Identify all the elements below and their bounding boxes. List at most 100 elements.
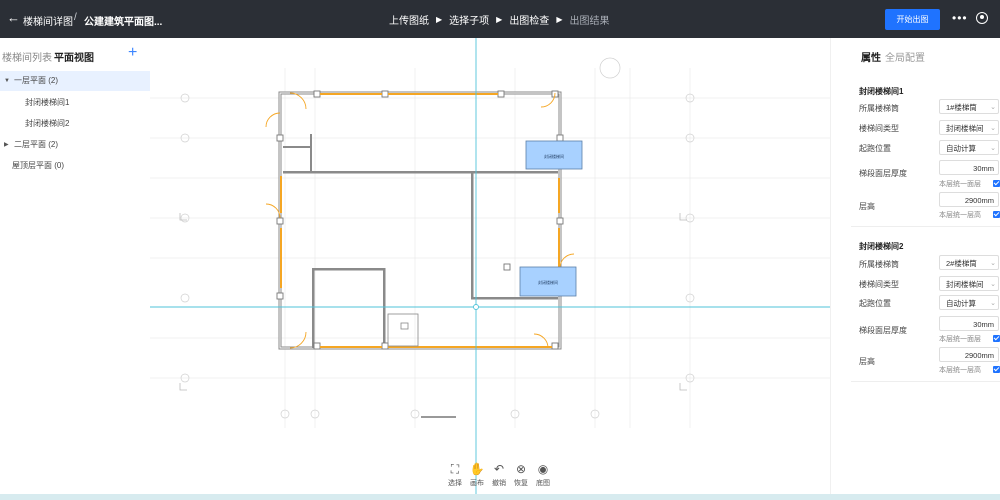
grid-lines	[150, 68, 830, 428]
undo-button[interactable]: ↶ 撤销	[488, 462, 510, 488]
hand-icon: ✋	[469, 462, 485, 476]
tool-label: 底图	[536, 480, 550, 487]
stair-room-label: 封闭楼梯间	[538, 279, 558, 285]
tree-item-stair-2[interactable]: 封闭楼梯间2	[0, 114, 150, 134]
pan-tool[interactable]: ✋ 画布	[466, 462, 488, 488]
unify-thickness-checkbox[interactable]	[993, 180, 1000, 187]
stair-shaft-label: 所属楼梯筒	[859, 260, 899, 269]
floor-height-label: 层高	[859, 357, 875, 366]
grid-bubbles	[180, 57, 695, 419]
select-value: 封闭楼梯间	[946, 280, 984, 289]
caret-down-icon[interactable]: ▼	[4, 71, 10, 91]
tread-thickness-input[interactable]: 30mm	[939, 160, 999, 175]
floor-plan-drawing: 封闭楼梯间 封闭楼梯间	[150, 38, 830, 494]
chevron-down-icon: ⌄	[990, 145, 996, 152]
chevron-down-icon: ⌄	[990, 300, 996, 307]
eye-icon: ◉	[537, 462, 549, 476]
arrow-left-icon[interactable]: ←	[7, 11, 20, 25]
tread-thickness-input[interactable]: 30mm	[939, 316, 999, 331]
redo-icon: ⊗	[515, 462, 527, 476]
start-position-label: 起跑位置	[859, 299, 891, 308]
drawing-canvas[interactable]: 封闭楼梯间 封闭楼梯间	[150, 38, 830, 494]
step-check[interactable]: 出图检查	[509, 12, 549, 27]
stair-shaft-label: 所属楼梯筒	[859, 104, 899, 113]
more-dots-icon[interactable]: •••	[952, 11, 968, 25]
stair-type-label: 楼梯间类型	[859, 280, 899, 289]
tool-label: 恢复	[514, 480, 528, 487]
unify-height-checkbox[interactable]	[993, 211, 1000, 218]
step-arrow-icon: ▶	[496, 15, 503, 24]
step-indicator: 上传图纸 ▶ 选择子项 ▶ 出图检查 ▶ 出图结果	[389, 12, 609, 27]
crosshair-center	[473, 304, 479, 310]
tree-item-label: 封闭楼梯间1	[25, 98, 70, 107]
unify-thickness-checkbox[interactable]	[993, 335, 1000, 342]
unify-height-label: 本层统一层高	[939, 212, 981, 219]
section-title: 封闭楼梯间2	[859, 242, 904, 251]
stair-shaft-select[interactable]: 2#楼梯筒 ⌄	[939, 255, 999, 270]
stair-type-select[interactable]: 封闭楼梯间 ⌄	[939, 276, 999, 291]
unify-thickness-label: 本层统一面层	[939, 181, 981, 188]
select-value: 自动计算	[946, 299, 976, 308]
start-position-label: 起跑位置	[859, 144, 891, 153]
user-icon[interactable]	[976, 12, 988, 24]
step-select[interactable]: 选择子项	[449, 12, 489, 27]
tab-global-config[interactable]: 全局配置	[885, 49, 925, 64]
tree-item-stair-1[interactable]: 封闭楼梯间1	[0, 93, 150, 113]
step-arrow-icon: ▶	[436, 15, 443, 24]
scale-bar	[421, 416, 456, 418]
tree-item-roof[interactable]: 屋顶层平面 (0)	[0, 156, 150, 176]
base-map-toggle[interactable]: ◉ 底图	[532, 462, 554, 488]
stair-room-2: 封闭楼梯间	[519, 266, 577, 297]
unify-height-checkbox[interactable]	[993, 366, 1000, 373]
floor-height-input[interactable]: 2900mm	[939, 192, 999, 207]
chevron-down-icon: ⌄	[990, 104, 996, 111]
tab-properties[interactable]: 属性	[861, 49, 881, 64]
properties-panel: 属性 全局配置 封闭楼梯间1 所属楼梯筒 1#楼梯筒 ⌄ 楼梯间类型 封闭楼梯间…	[830, 38, 1000, 494]
tool-label: 选择	[448, 480, 462, 487]
breadcrumb-drawing-name: 公建建筑平面图...	[84, 17, 163, 28]
section-divider	[851, 226, 1000, 227]
tread-thickness-label: 梯段面层厚度	[859, 169, 907, 178]
tree-item-floor-2[interactable]: ▶ 二层平面 (2)	[0, 135, 150, 155]
section-title: 封闭楼梯间1	[859, 87, 904, 96]
column-marks	[276, 90, 564, 350]
tree-item-label: 封闭楼梯间2	[25, 119, 70, 128]
select-value: 封闭楼梯间	[946, 124, 984, 133]
redo-button[interactable]: ⊗ 恢复	[510, 462, 532, 488]
stair-type-select[interactable]: 封闭楼梯间 ⌄	[939, 120, 999, 135]
breadcrumb-separator: /	[74, 12, 77, 23]
tree-item-label: 一层平面 (2)	[14, 76, 58, 85]
caret-right-icon[interactable]: ▶	[4, 135, 9, 155]
breadcrumb-stair-detail[interactable]: 楼梯间详图	[23, 13, 73, 28]
tree-item-label: 屋顶层平面 (0)	[12, 161, 64, 170]
floor-height-input[interactable]: 2900mm	[939, 347, 999, 362]
stair-shaft-select[interactable]: 1#楼梯筒 ⌄	[939, 99, 999, 114]
tree-item-floor-1[interactable]: ▼ 一层平面 (2)	[0, 71, 150, 91]
step-arrow-icon: ▶	[556, 15, 563, 24]
floor-height-label: 层高	[859, 202, 875, 211]
chevron-down-icon: ⌄	[990, 260, 996, 267]
tread-thickness-label: 梯段面层厚度	[859, 326, 907, 335]
select-value: 2#楼梯筒	[946, 259, 977, 268]
plus-icon[interactable]: +	[128, 44, 137, 62]
tool-label: 撤销	[492, 480, 506, 487]
select-tool[interactable]: ⛶ 选择	[444, 462, 466, 488]
highlighted-wall-segments	[280, 93, 560, 348]
canvas-toolbar: ⛶ 选择 ✋ 画布 ↶ 撤销 ⊗ 恢复 ◉ 底图	[440, 462, 560, 492]
stair-room-label: 封闭楼梯间	[544, 153, 564, 159]
select-value: 1#楼梯筒	[946, 103, 977, 112]
start-position-select[interactable]: 自动计算 ⌄	[939, 140, 999, 155]
stair-type-label: 楼梯间类型	[859, 124, 899, 133]
start-position-select[interactable]: 自动计算 ⌄	[939, 295, 999, 310]
step-upload[interactable]: 上传图纸	[389, 12, 429, 27]
corner-marks	[179, 213, 687, 391]
unify-thickness-label: 本层统一面层	[939, 336, 981, 343]
crosshair	[150, 38, 830, 494]
tab-stair-list[interactable]: 楼梯间列表	[2, 49, 52, 64]
unify-height-label: 本层统一层高	[939, 367, 981, 374]
select-frame-icon: ⛶	[450, 462, 460, 476]
chevron-down-icon: ⌄	[990, 281, 996, 288]
tab-plan-view[interactable]: 平面视图	[54, 49, 94, 64]
start-output-button[interactable]: 开始出图	[885, 9, 940, 30]
top-bar: ← 楼梯间详图 / 公建建筑平面图... 上传图纸 ▶ 选择子项 ▶ 出图检查 …	[0, 0, 1000, 38]
